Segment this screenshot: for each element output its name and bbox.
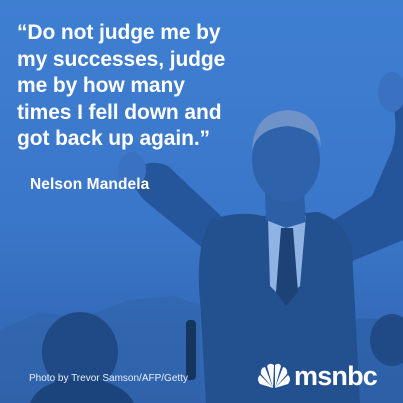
quote-line: my successes, judge <box>17 47 226 71</box>
msnbc-logo: msnbc <box>257 361 378 391</box>
quote-line: “Do not judge me by <box>17 21 221 44</box>
quote-author: Nelson Mandela <box>30 176 150 193</box>
right-hand <box>378 72 403 112</box>
quote-line: got back up again.” <box>17 127 210 150</box>
quote-line: times I fell down and <box>17 100 222 124</box>
microphone <box>186 320 196 380</box>
quote-line: me by how many <box>17 74 185 97</box>
peacock-logo-icon <box>258 363 290 388</box>
quote-text: “Do not judge me by my successes, judge … <box>17 20 279 153</box>
quote-card: “Do not judge me by my successes, judge … <box>0 0 403 403</box>
photo-credit: Photo by Trevor Samson/AFP/Getty <box>29 373 188 384</box>
brand-name: msnbc <box>294 361 378 391</box>
